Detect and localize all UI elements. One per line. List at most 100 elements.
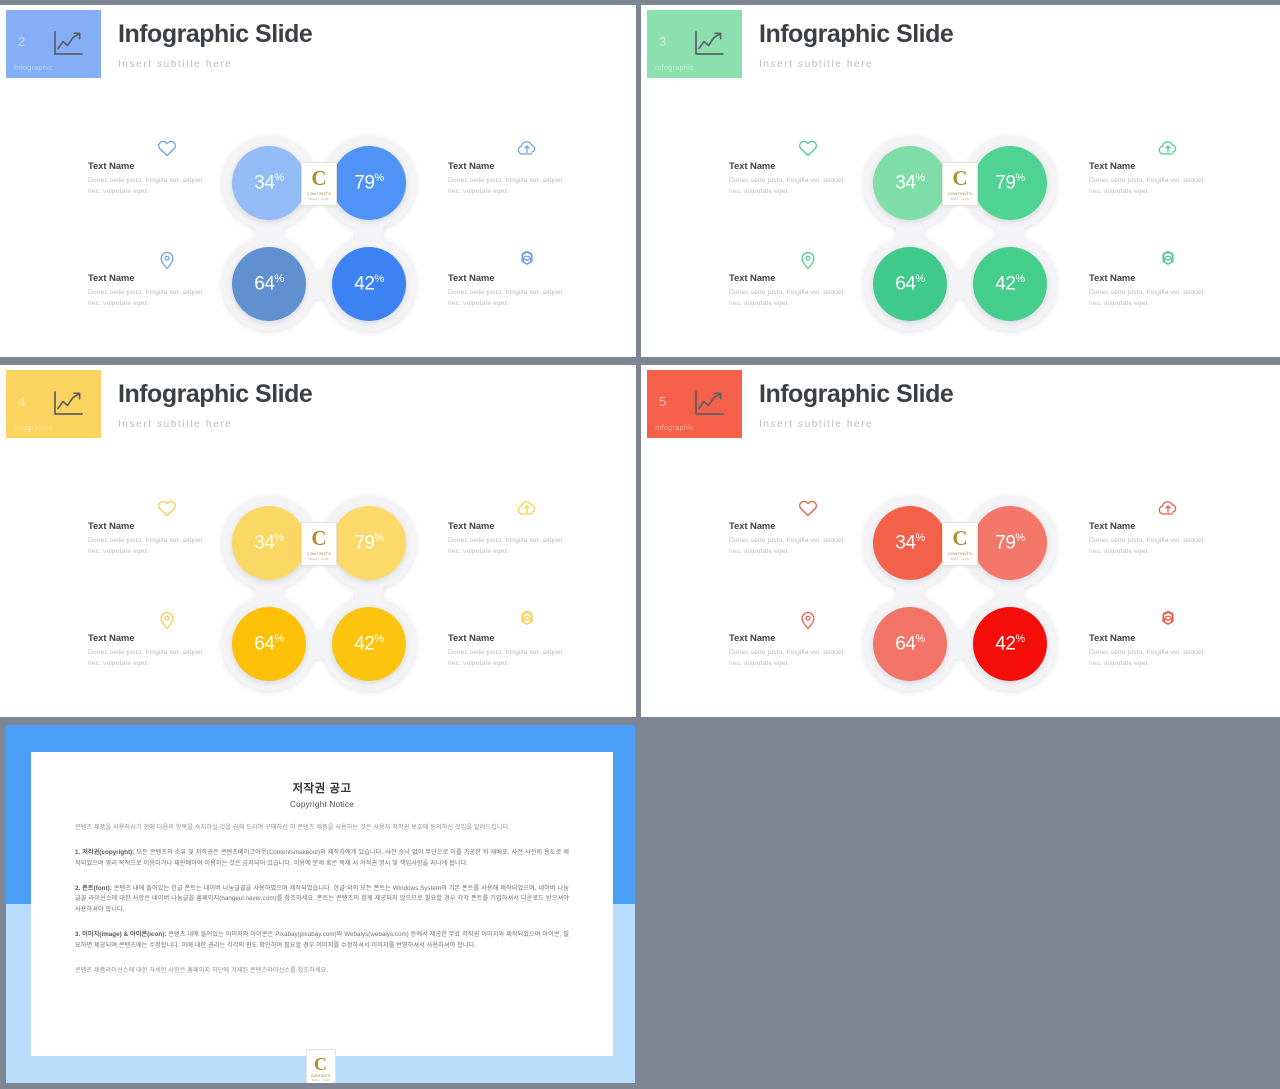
- logo-letter: C: [952, 525, 968, 550]
- slide-number-badge[interactable]: 4 Infographic: [6, 370, 101, 438]
- slide-blue[interactable]: 2 Infographic Infographic Slide Insert subt…: [0, 5, 636, 357]
- circle-cluster-diagram: 34% 79% 64% 42% C CONTENTS MALL . COM: [215, 491, 423, 699]
- text-block-body: Donec sede justo, fringilla vel, aliquet…: [729, 177, 844, 195]
- text-block-left-top[interactable]: Text Name Donec sede justo, fringilla vel…: [729, 140, 849, 198]
- text-block-right-top[interactable]: Text Name Donec sede justo, fringilla vel…: [1089, 501, 1209, 558]
- gear-flower-icon: [1157, 249, 1179, 271]
- stat-circle-bottom-left[interactable]: 64%: [232, 607, 306, 681]
- slide-yellow[interactable]: 4 Infographic Infographic Slide Insert subt…: [0, 365, 636, 717]
- stat-circle-bottom-right[interactable]: 42%: [973, 247, 1047, 321]
- chart-line-icon: [51, 389, 85, 419]
- text-block-body: Donec sede justo, fringilla vel, aliquet…: [448, 289, 563, 307]
- stat-circle-bottom-right[interactable]: 42%: [332, 607, 406, 681]
- slide-green[interactable]: 3 Infographic Infographic Slide Insert subt…: [641, 5, 1280, 357]
- slide-title-group: Infographic Slide Insert subtitle here: [759, 380, 954, 430]
- text-block-title: Text Name: [448, 633, 495, 644]
- heart-icon: [797, 497, 819, 519]
- text-block-right-bottom[interactable]: Text Name Donec sede justo, fringilla vel…: [1089, 250, 1209, 310]
- slide-copyright[interactable]: 저작권 공고 Copyright Notice 콘텐츠 제품을 사용하시기 전에 다…: [6, 725, 635, 1083]
- text-block-left-top[interactable]: Text Name Donec sede justo, fringilla vel…: [88, 500, 208, 558]
- slide-badge-label: Infographic: [655, 65, 695, 72]
- stat-circle-top-left[interactable]: 34%: [232, 146, 306, 220]
- map-pin-icon: [797, 249, 819, 271]
- stat-unit: %: [915, 633, 925, 646]
- stat-circle-top-right[interactable]: 79%: [973, 506, 1047, 580]
- text-block-left-top[interactable]: Text Name Donec sede justo, fringilla vel…: [88, 140, 208, 198]
- slide-number-badge[interactable]: 2 Infographic: [6, 10, 101, 78]
- stat-circle-top-left[interactable]: 34%: [873, 146, 947, 220]
- text-block-right-top[interactable]: Text Name Donec sede justo, fringilla vel…: [448, 141, 568, 198]
- stat-circle-top-right[interactable]: 79%: [332, 506, 406, 580]
- logo-line2: MALL . COM: [309, 556, 329, 561]
- text-block-left-bottom[interactable]: Text Name Donec sede justo, fringilla vel…: [729, 251, 849, 310]
- stat-unit: %: [1015, 532, 1025, 545]
- stat-value: 64%: [254, 273, 284, 295]
- text-block-right-bottom[interactable]: Text Name Donec sede justo, fringilla vel…: [448, 610, 568, 670]
- stat-circle-top-left[interactable]: 34%: [873, 506, 947, 580]
- map-pin-icon: [156, 609, 178, 631]
- logo-line2: MALL . COM: [950, 196, 970, 201]
- stat-unit: %: [274, 532, 284, 545]
- copyright-title-ko: 저작권 공고: [292, 783, 352, 795]
- center-logo: C CONTENTS MALL . COM: [942, 522, 978, 566]
- copyright-section-label: 3. 이미지(image) & 아이콘(icon):: [75, 931, 167, 939]
- page-subtitle: Insert subtitle here: [759, 418, 874, 430]
- stat-value: 42%: [354, 633, 384, 655]
- slide-red[interactable]: 5 Infographic Infographic Slide Insert subt…: [641, 365, 1280, 717]
- gear-flower-icon: [1157, 609, 1179, 631]
- heart-icon: [156, 137, 178, 159]
- stat-circle-top-left[interactable]: 34%: [232, 506, 306, 580]
- copyright-section-body: 모든 콘텐츠의 소유 및 저작권은 콘텐츠메이크아웃(Contentsmakeo…: [75, 848, 569, 867]
- circle-cluster-diagram: 34% 79% 64% 42% C CONTENTS MALL . COM: [856, 131, 1064, 339]
- page-subtitle: Insert subtitle here: [759, 58, 874, 70]
- text-block-body: Donec sede justo, fringilla vel, aliquet…: [1089, 537, 1204, 555]
- slide-number-badge[interactable]: 3 Infographic: [647, 10, 742, 78]
- stat-circle-bottom-left[interactable]: 64%: [232, 247, 306, 321]
- text-block-title: Text Name: [729, 633, 776, 644]
- copyright-section-1: 1. 저작권(copyright): 모든 콘텐츠의 소유 및 저작권은 콘텐츠…: [75, 848, 569, 870]
- text-block-title: Text Name: [1089, 521, 1136, 532]
- text-block-right-top[interactable]: Text Name Donec sede justo, fringilla vel…: [1089, 141, 1209, 198]
- text-block-title: Text Name: [88, 633, 135, 644]
- text-block-right-top[interactable]: Text Name Donec sede justo, fringilla vel…: [448, 501, 568, 558]
- text-block-body: Donec sede justo, fringilla vel, aliquet…: [729, 289, 844, 307]
- text-block-left-bottom[interactable]: Text Name Donec sede justo, fringilla vel…: [729, 611, 849, 670]
- text-block-body: Donec sede justo, fringilla vel, aliquet…: [448, 537, 563, 555]
- stat-circle-bottom-left[interactable]: 64%: [873, 247, 947, 321]
- chart-line-icon: [51, 29, 85, 59]
- logo-line1: CONTENTS: [947, 190, 973, 196]
- text-block-title: Text Name: [729, 521, 776, 532]
- text-block-body: Donec sede justo, fringilla vel, aliquet…: [729, 649, 844, 667]
- stat-unit: %: [1015, 633, 1025, 646]
- logo-line2: MALL . COM: [311, 1077, 330, 1082]
- copyright-section-label: 2. 폰트(font):: [75, 884, 112, 892]
- map-pin-icon: [156, 249, 178, 271]
- text-block-left-bottom[interactable]: Text Name Donec sede justo, fringilla vel…: [88, 611, 208, 670]
- stat-circle-bottom-left[interactable]: 64%: [873, 607, 947, 681]
- text-block-left-bottom[interactable]: Text Name Donec sede justo, fringilla vel…: [88, 251, 208, 310]
- center-logo: C CONTENTS MALL . COM: [942, 162, 978, 206]
- cloud-upload-icon: [1157, 497, 1179, 519]
- stat-value: 42%: [995, 273, 1025, 295]
- chart-line-icon: [692, 29, 726, 59]
- text-block-title: Text Name: [1089, 161, 1136, 172]
- cloud-upload-icon: [516, 137, 538, 159]
- page-subtitle: Insert subtitle here: [118, 58, 233, 70]
- logo-letter: C: [311, 525, 327, 550]
- text-block-title: Text Name: [88, 161, 135, 172]
- text-block-left-top[interactable]: Text Name Donec sede justo, fringilla vel…: [729, 500, 849, 558]
- stat-circle-top-right[interactable]: 79%: [973, 146, 1047, 220]
- stat-circle-bottom-right[interactable]: 42%: [332, 247, 406, 321]
- logo-letter: C: [952, 165, 968, 190]
- slide-number-badge[interactable]: 5 Infographic: [647, 370, 742, 438]
- heart-icon: [797, 137, 819, 159]
- stat-circle-bottom-right[interactable]: 42%: [973, 607, 1047, 681]
- stat-circle-top-right[interactable]: 79%: [332, 146, 406, 220]
- text-block-right-bottom[interactable]: Text Name Donec sede justo, fringilla vel…: [448, 250, 568, 310]
- slide-number: 5: [659, 394, 667, 409]
- text-block-title: Text Name: [729, 161, 776, 172]
- slide-number: 4: [18, 394, 26, 409]
- slide-header: 5 Infographic Infographic Slide Insert subt…: [641, 365, 1280, 443]
- slide-title-group: Infographic Slide Insert subtitle here: [118, 20, 313, 70]
- text-block-right-bottom[interactable]: Text Name Donec sede justo, fringilla vel…: [1089, 610, 1209, 670]
